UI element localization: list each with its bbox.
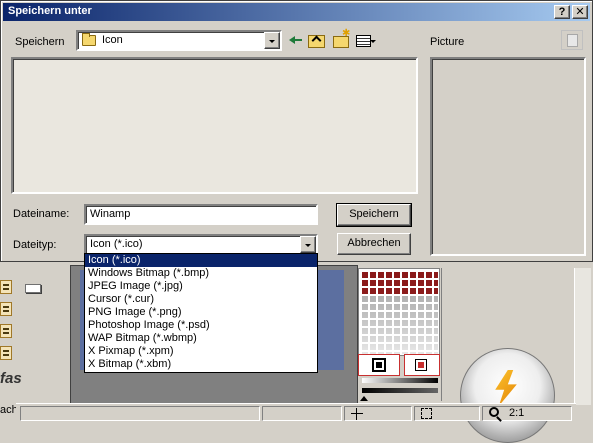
cancel-button[interactable]: Abbrechen — [337, 233, 411, 255]
tool-icon[interactable] — [0, 324, 12, 338]
dialog-titlebar[interactable]: Speichern unter ? ✕ — [3, 3, 590, 21]
filename-field[interactable] — [84, 204, 318, 225]
filetype-value: Icon (*.ico) — [90, 238, 143, 250]
selection-size-icon — [421, 408, 432, 419]
status-cell-zoom: 2:1 — [482, 406, 572, 421]
filetype-option-bmp[interactable]: Windows Bitmap (*.bmp) — [85, 267, 317, 280]
save-in-folder-value: Icon — [102, 34, 123, 46]
filetype-option-xpm[interactable]: X Pixmap (*.xpm) — [85, 345, 317, 358]
filetype-label: Dateityp: — [13, 239, 57, 251]
magnifier-icon — [489, 407, 499, 417]
help-button[interactable]: ? — [554, 5, 570, 19]
save-in-folder-select[interactable]: Icon — [76, 30, 282, 51]
filetype-option-psd[interactable]: Photoshop Image (*.psd) — [85, 319, 317, 332]
file-list[interactable] — [11, 57, 418, 194]
close-button[interactable]: ✕ — [572, 5, 588, 19]
filetype-option-ico[interactable]: Icon (*.ico) — [85, 254, 317, 267]
filetype-option-xbm[interactable]: X Bitmap (*.xbm) — [85, 358, 317, 371]
status-bar: 2:1 — [16, 403, 576, 421]
partial-label: fas — [0, 370, 22, 387]
save-button[interactable]: Speichern — [336, 203, 412, 227]
filetype-dropdown-list[interactable]: Icon (*.ico) Windows Bitmap (*.bmp) JPEG… — [84, 253, 318, 373]
background-color-box[interactable] — [404, 354, 440, 376]
status-cell-message — [20, 406, 260, 421]
folder-icon — [82, 33, 96, 46]
alpha-slider[interactable] — [362, 388, 438, 393]
up-folder-icon[interactable] — [307, 32, 325, 48]
filetype-select[interactable]: Icon (*.ico) — [84, 234, 318, 255]
preview-toggle-button[interactable] — [561, 30, 583, 50]
zoom-level: 2:1 — [509, 407, 525, 419]
filename-label: Dateiname: — [13, 208, 70, 220]
picture-preview-box — [430, 57, 586, 256]
filetype-option-wbmp[interactable]: WAP Bitmap (*.wbmp) — [85, 332, 317, 345]
tool-icon[interactable] — [0, 280, 12, 294]
tool-icon[interactable] — [0, 302, 12, 316]
small-tool-button[interactable] — [25, 284, 41, 293]
back-arrow-icon[interactable] — [286, 32, 304, 48]
crosshair-icon — [351, 408, 363, 420]
slider-handle-icon[interactable] — [360, 396, 368, 401]
save-in-label: Speichern — [15, 36, 65, 48]
vertical-scrollbar[interactable] — [574, 268, 591, 405]
color-swatch-rows — [362, 272, 438, 354]
tool-icon[interactable] — [0, 346, 12, 360]
save-as-dialog: Speichern unter ? ✕ Speichern Icon Pictu… — [0, 0, 593, 262]
brightness-slider[interactable] — [362, 378, 438, 383]
new-folder-icon[interactable] — [332, 28, 350, 48]
status-cell — [262, 406, 342, 421]
picture-label: Picture — [430, 36, 465, 48]
filetype-option-png[interactable]: PNG Image (*.png) — [85, 306, 317, 319]
filetype-option-cur[interactable]: Cursor (*.cur) — [85, 293, 317, 306]
foreground-color-box[interactable] — [358, 354, 400, 376]
filename-input[interactable] — [90, 208, 310, 220]
status-cell-selection — [414, 406, 480, 421]
canvas-background — [80, 370, 344, 405]
filetype-option-jpg[interactable]: JPEG Image (*.jpg) — [85, 280, 317, 293]
view-menu-icon[interactable] — [355, 32, 376, 48]
status-cell-position — [344, 406, 412, 421]
chevron-down-icon[interactable] — [264, 32, 280, 49]
dialog-title: Speichern unter — [8, 5, 92, 17]
chevron-down-icon[interactable] — [300, 236, 316, 253]
